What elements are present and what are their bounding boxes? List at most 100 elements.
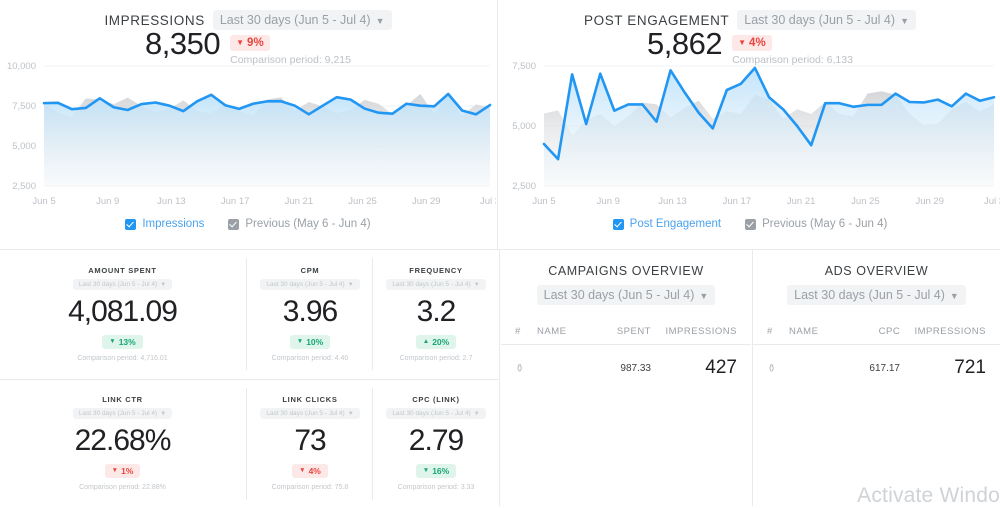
chevron-down-icon: ▼ xyxy=(375,15,385,26)
table-row[interactable]: ⚱ 617.17 721 xyxy=(753,345,1000,379)
legend-label-post-engagement: Post Engagement xyxy=(629,218,722,230)
kpi-date-range-dropdown[interactable]: Last 30 days (Jun 5 - Jul 4) ▼ xyxy=(72,408,173,419)
divider-vertical-kpi-3 xyxy=(246,388,247,500)
legend-item-impressions[interactable]: Impressions xyxy=(125,218,204,230)
legend-item-previous[interactable]: Previous (May 6 - Jun 4) xyxy=(745,218,887,230)
post-engagement-date-range-dropdown[interactable]: Last 30 days (Jun 5 - Jul 4) ▼ xyxy=(737,10,916,30)
column-header-name[interactable]: NAME xyxy=(789,326,818,337)
chevron-down-icon: ▼ xyxy=(900,15,909,26)
kpi-frequency[interactable]: FREQUENCY Last 30 days (Jun 5 - Jul 4) ▼… xyxy=(374,250,498,378)
divider-vertical-kpi-1 xyxy=(246,258,247,370)
checkbox-checked-icon[interactable] xyxy=(125,218,137,230)
svg-text:Jun 29: Jun 29 xyxy=(412,196,441,207)
kpi-delta-badge: ▼ 10% xyxy=(289,335,331,349)
kpi-comparison: Comparison period: 2.7 xyxy=(399,355,473,362)
column-header-cpc[interactable]: CPC xyxy=(818,326,900,337)
kpi-delta-value: 10% xyxy=(306,337,324,347)
column-header-impressions[interactable]: IMPRESSIONS xyxy=(651,326,737,337)
post-engagement-chart-area: 7,500 5,000 2,500 Jun 5 Jun 9 Jun 13 Jun 17 Jun… xyxy=(500,60,1000,212)
column-header-index[interactable]: # xyxy=(515,326,537,337)
post-engagement-chart-header: POST ENGAGEMENT Last 30 days (Jun 5 - Ju… xyxy=(500,0,1000,30)
arrow-down-icon: ▼ xyxy=(296,337,304,345)
column-header-spent[interactable]: SPENT xyxy=(569,326,651,337)
ads-date-range-label: Last 30 days (Jun 5 - Jul 4) xyxy=(794,288,945,302)
kpi-delta-badge: ▼ 1% xyxy=(104,464,141,478)
kpi-comparison: Comparison period: 4,716.01 xyxy=(77,355,168,362)
svg-text:2,500: 2,500 xyxy=(512,181,536,192)
campaigns-table-header: # NAME SPENT IMPRESSIONS xyxy=(501,326,751,345)
kpi-cpc-link[interactable]: CPC (LINK) Last 30 days (Jun 5 - Jul 4) … xyxy=(374,380,498,506)
kpi-comparison: Comparison period: 4.40 xyxy=(271,355,349,362)
svg-text:2,500: 2,500 xyxy=(12,181,36,192)
svg-text:7,500: 7,500 xyxy=(512,61,536,72)
svg-text:Jun 25: Jun 25 xyxy=(851,196,880,207)
impressions-delta-value: 9% xyxy=(247,37,264,49)
chevron-down-icon: ▼ xyxy=(949,290,959,301)
ads-overview-title: ADS OVERVIEW xyxy=(824,264,929,278)
kpi-link-ctr[interactable]: LINK CTR Last 30 days (Jun 5 - Jul 4) ▼ … xyxy=(0,380,245,506)
svg-text:5,000: 5,000 xyxy=(12,141,36,152)
kpi-date-range-dropdown[interactable]: Last 30 days (Jun 5 - Jul 4) ▼ xyxy=(386,279,486,290)
campaigns-date-range-wrap: Last 30 days (Jun 5 - Jul 4) ▼ xyxy=(501,285,751,305)
kpi-delta-badge: ▼ 4% xyxy=(292,464,328,478)
legend-item-previous[interactable]: Previous (May 6 - Jun 4) xyxy=(228,218,371,230)
campaigns-overview-title: CAMPAIGNS OVERVIEW xyxy=(548,264,704,278)
kpi-date-range-label: Last 30 days (Jun 5 - Jul 4) xyxy=(78,410,158,417)
divider-vertical-kpi-2 xyxy=(372,258,373,370)
checkbox-checked-icon[interactable] xyxy=(228,218,240,230)
svg-text:Jun 5: Jun 5 xyxy=(32,196,55,207)
kpi-link-clicks[interactable]: LINK CLICKS Last 30 days (Jun 5 - Jul 4)… xyxy=(248,380,372,506)
svg-text:Jun 21: Jun 21 xyxy=(285,196,314,207)
kpi-date-range-label: Last 30 days (Jun 5 - Jul 4) xyxy=(78,281,158,288)
kpi-date-range-label: Last 30 days (Jun 5 - Jul 4) xyxy=(392,281,471,288)
kpi-amount-spent[interactable]: AMOUNT SPENT Last 30 days (Jun 5 - Jul 4… xyxy=(0,250,245,378)
kpi-comparison: Comparison period: 22.88% xyxy=(79,484,166,491)
row-spent: 987.33 xyxy=(620,362,651,374)
kpi-title: AMOUNT SPENT xyxy=(88,266,157,275)
kpi-title: CPC (LINK) xyxy=(412,395,460,404)
divider-vertical-kpi-4 xyxy=(372,388,373,500)
kpi-date-range-dropdown[interactable]: Last 30 days (Jun 5 - Jul 4) ▼ xyxy=(386,408,486,419)
svg-text:10,000: 10,000 xyxy=(7,61,36,72)
chevron-down-icon: ▼ xyxy=(473,410,480,417)
post-engagement-line-chart[interactable]: 7,500 5,000 2,500 Jun 5 Jun 9 Jun 13 Jun 17 Jun… xyxy=(500,60,1000,212)
chevron-down-icon: ▼ xyxy=(160,410,167,417)
impressions-legend: Impressions Previous (May 6 - Jun 4) xyxy=(0,218,496,230)
legend-label-previous: Previous (May 6 - Jun 4) xyxy=(762,218,888,230)
kpi-date-range-label: Last 30 days (Jun 5 - Jul 4) xyxy=(266,410,345,417)
ads-date-range-dropdown[interactable]: Last 30 days (Jun 5 - Jul 4) ▼ xyxy=(787,285,966,305)
column-header-impressions[interactable]: IMPRESSIONS xyxy=(900,326,986,337)
svg-text:Jun 25: Jun 25 xyxy=(348,196,377,207)
svg-text:Jun 17: Jun 17 xyxy=(723,196,752,207)
impressions-value: 8,350 xyxy=(145,26,221,61)
kpi-value: 3.2 xyxy=(416,295,457,328)
svg-text:7,500: 7,500 xyxy=(12,101,36,112)
column-header-name[interactable]: NAME xyxy=(537,326,569,337)
chevron-down-icon: ▼ xyxy=(347,410,354,417)
kpi-cpm[interactable]: CPM Last 30 days (Jun 5 - Jul 4) ▼ 3.96 … xyxy=(248,250,372,378)
table-row[interactable]: ⚱ 987.33 427 xyxy=(501,345,751,379)
svg-text:Jun 13: Jun 13 xyxy=(658,196,687,207)
kpi-date-range-dropdown[interactable]: Last 30 days (Jun 5 - Jul 4) ▼ xyxy=(260,279,360,290)
legend-label-impressions: Impressions xyxy=(142,218,205,230)
kpi-date-range-label: Last 30 days (Jun 5 - Jul 4) xyxy=(392,410,471,417)
svg-text:Jun 5: Jun 5 xyxy=(532,196,555,207)
kpi-delta-value: 4% xyxy=(308,466,321,476)
arrow-down-icon: ▼ xyxy=(111,466,119,474)
impressions-delta-badge: ▼ 9% xyxy=(230,35,270,51)
svg-text:Jun 13: Jun 13 xyxy=(157,196,186,207)
campaigns-date-range-dropdown[interactable]: Last 30 days (Jun 5 - Jul 4) ▼ xyxy=(536,285,716,305)
impressions-chart-header: IMPRESSIONS Last 30 days (Jun 5 - Jul 4)… xyxy=(0,0,496,30)
divider-horizontal-kpi-row xyxy=(0,379,498,380)
legend-item-post-engagement[interactable]: Post Engagement xyxy=(612,218,722,230)
checkbox-checked-icon[interactable] xyxy=(612,218,624,230)
ads-date-range-wrap: Last 30 days (Jun 5 - Jul 4) ▼ xyxy=(753,285,1000,305)
impressions-line-chart[interactable]: 10,000 7,500 5,000 2,500 Jun 5 Jun 9 Jun 13 Jun… xyxy=(0,60,496,212)
impressions-date-range-dropdown[interactable]: Last 30 days (Jun 5 - Jul 4) ▼ xyxy=(212,10,392,30)
kpi-date-range-dropdown[interactable]: Last 30 days (Jun 5 - Jul 4) ▼ xyxy=(72,279,173,290)
checkbox-checked-icon[interactable] xyxy=(745,218,757,230)
legend-label-previous: Previous (May 6 - Jun 4) xyxy=(245,218,371,230)
kpi-delta-value: 20% xyxy=(432,337,450,347)
kpi-date-range-dropdown[interactable]: Last 30 days (Jun 5 - Jul 4) ▼ xyxy=(260,408,360,419)
column-header-index[interactable]: # xyxy=(767,326,789,337)
